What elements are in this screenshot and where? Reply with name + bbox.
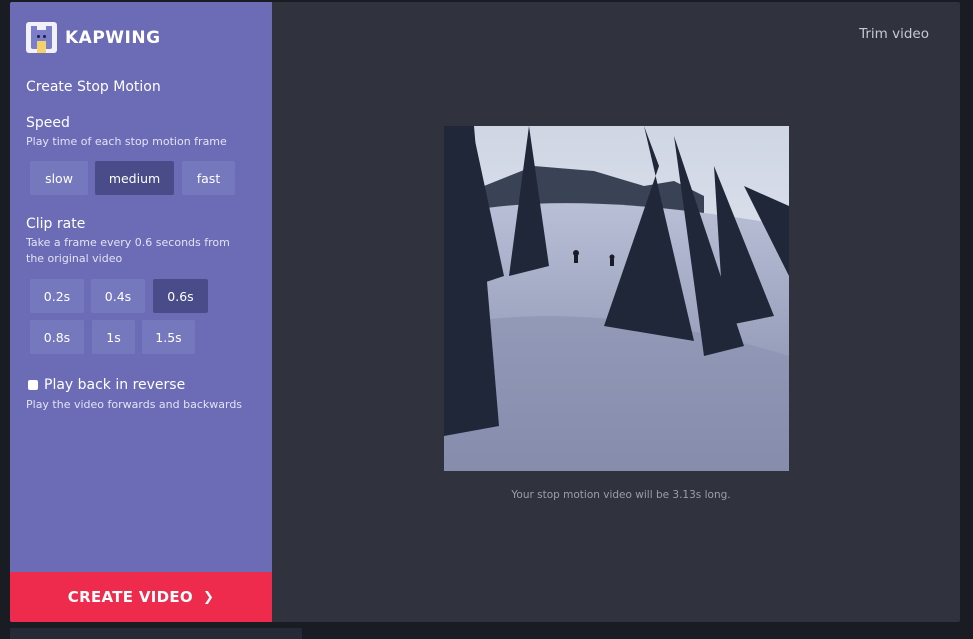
clip-rate-option-0-2s[interactable]: 0.2s (30, 279, 84, 313)
trim-video-link[interactable]: Trim video (859, 26, 929, 42)
brand-name: KAPWING (65, 27, 161, 48)
reverse-label: Play back in reverse (44, 377, 186, 393)
video-length-caption: Your stop motion video will be 3.13s lon… (511, 489, 731, 501)
speed-description: Play time of each stop motion frame (26, 135, 227, 148)
video-preview[interactable] (444, 126, 789, 471)
kapwing-bear-logo-icon (26, 22, 57, 53)
clip-rate-option-0-4s[interactable]: 0.4s (91, 279, 145, 313)
clip-rate-option-0-8s[interactable]: 0.8s (30, 320, 84, 354)
sidebar: KAPWING Create Stop Motion Speed Play ti… (10, 2, 272, 622)
app-window: KAPWING Create Stop Motion Speed Play ti… (10, 2, 960, 622)
speed-option-fast[interactable]: fast (182, 161, 235, 195)
reverse-description: Play the video forwards and backwards (26, 398, 243, 411)
create-video-label: CREATE VIDEO (67, 588, 193, 606)
window-shadow-bar (10, 628, 302, 639)
speed-option-slow[interactable]: slow (30, 161, 88, 195)
create-video-button[interactable]: CREATE VIDEO ❯ (10, 572, 272, 622)
clip-rate-option-0-6s[interactable]: 0.6s (153, 279, 208, 313)
panel-title: Create Stop Motion (26, 79, 161, 95)
clip-rate-option-1s[interactable]: 1s (92, 320, 135, 354)
clip-rate-option-1-5s[interactable]: 1.5s (142, 320, 195, 354)
logo[interactable]: KAPWING (26, 22, 161, 53)
chevron-right-icon: ❯ (203, 589, 215, 605)
clip-rate-description: Take a frame every 0.6 seconds from the … (26, 236, 230, 265)
snow-slope-video-frame (444, 126, 789, 471)
reverse-toggle[interactable]: Play back in reverse (28, 377, 185, 393)
speed-heading: Speed (26, 115, 70, 131)
clip-rate-heading: Clip rate (26, 216, 86, 232)
speed-option-medium[interactable]: medium (95, 161, 174, 195)
reverse-checkbox[interactable] (28, 380, 38, 390)
